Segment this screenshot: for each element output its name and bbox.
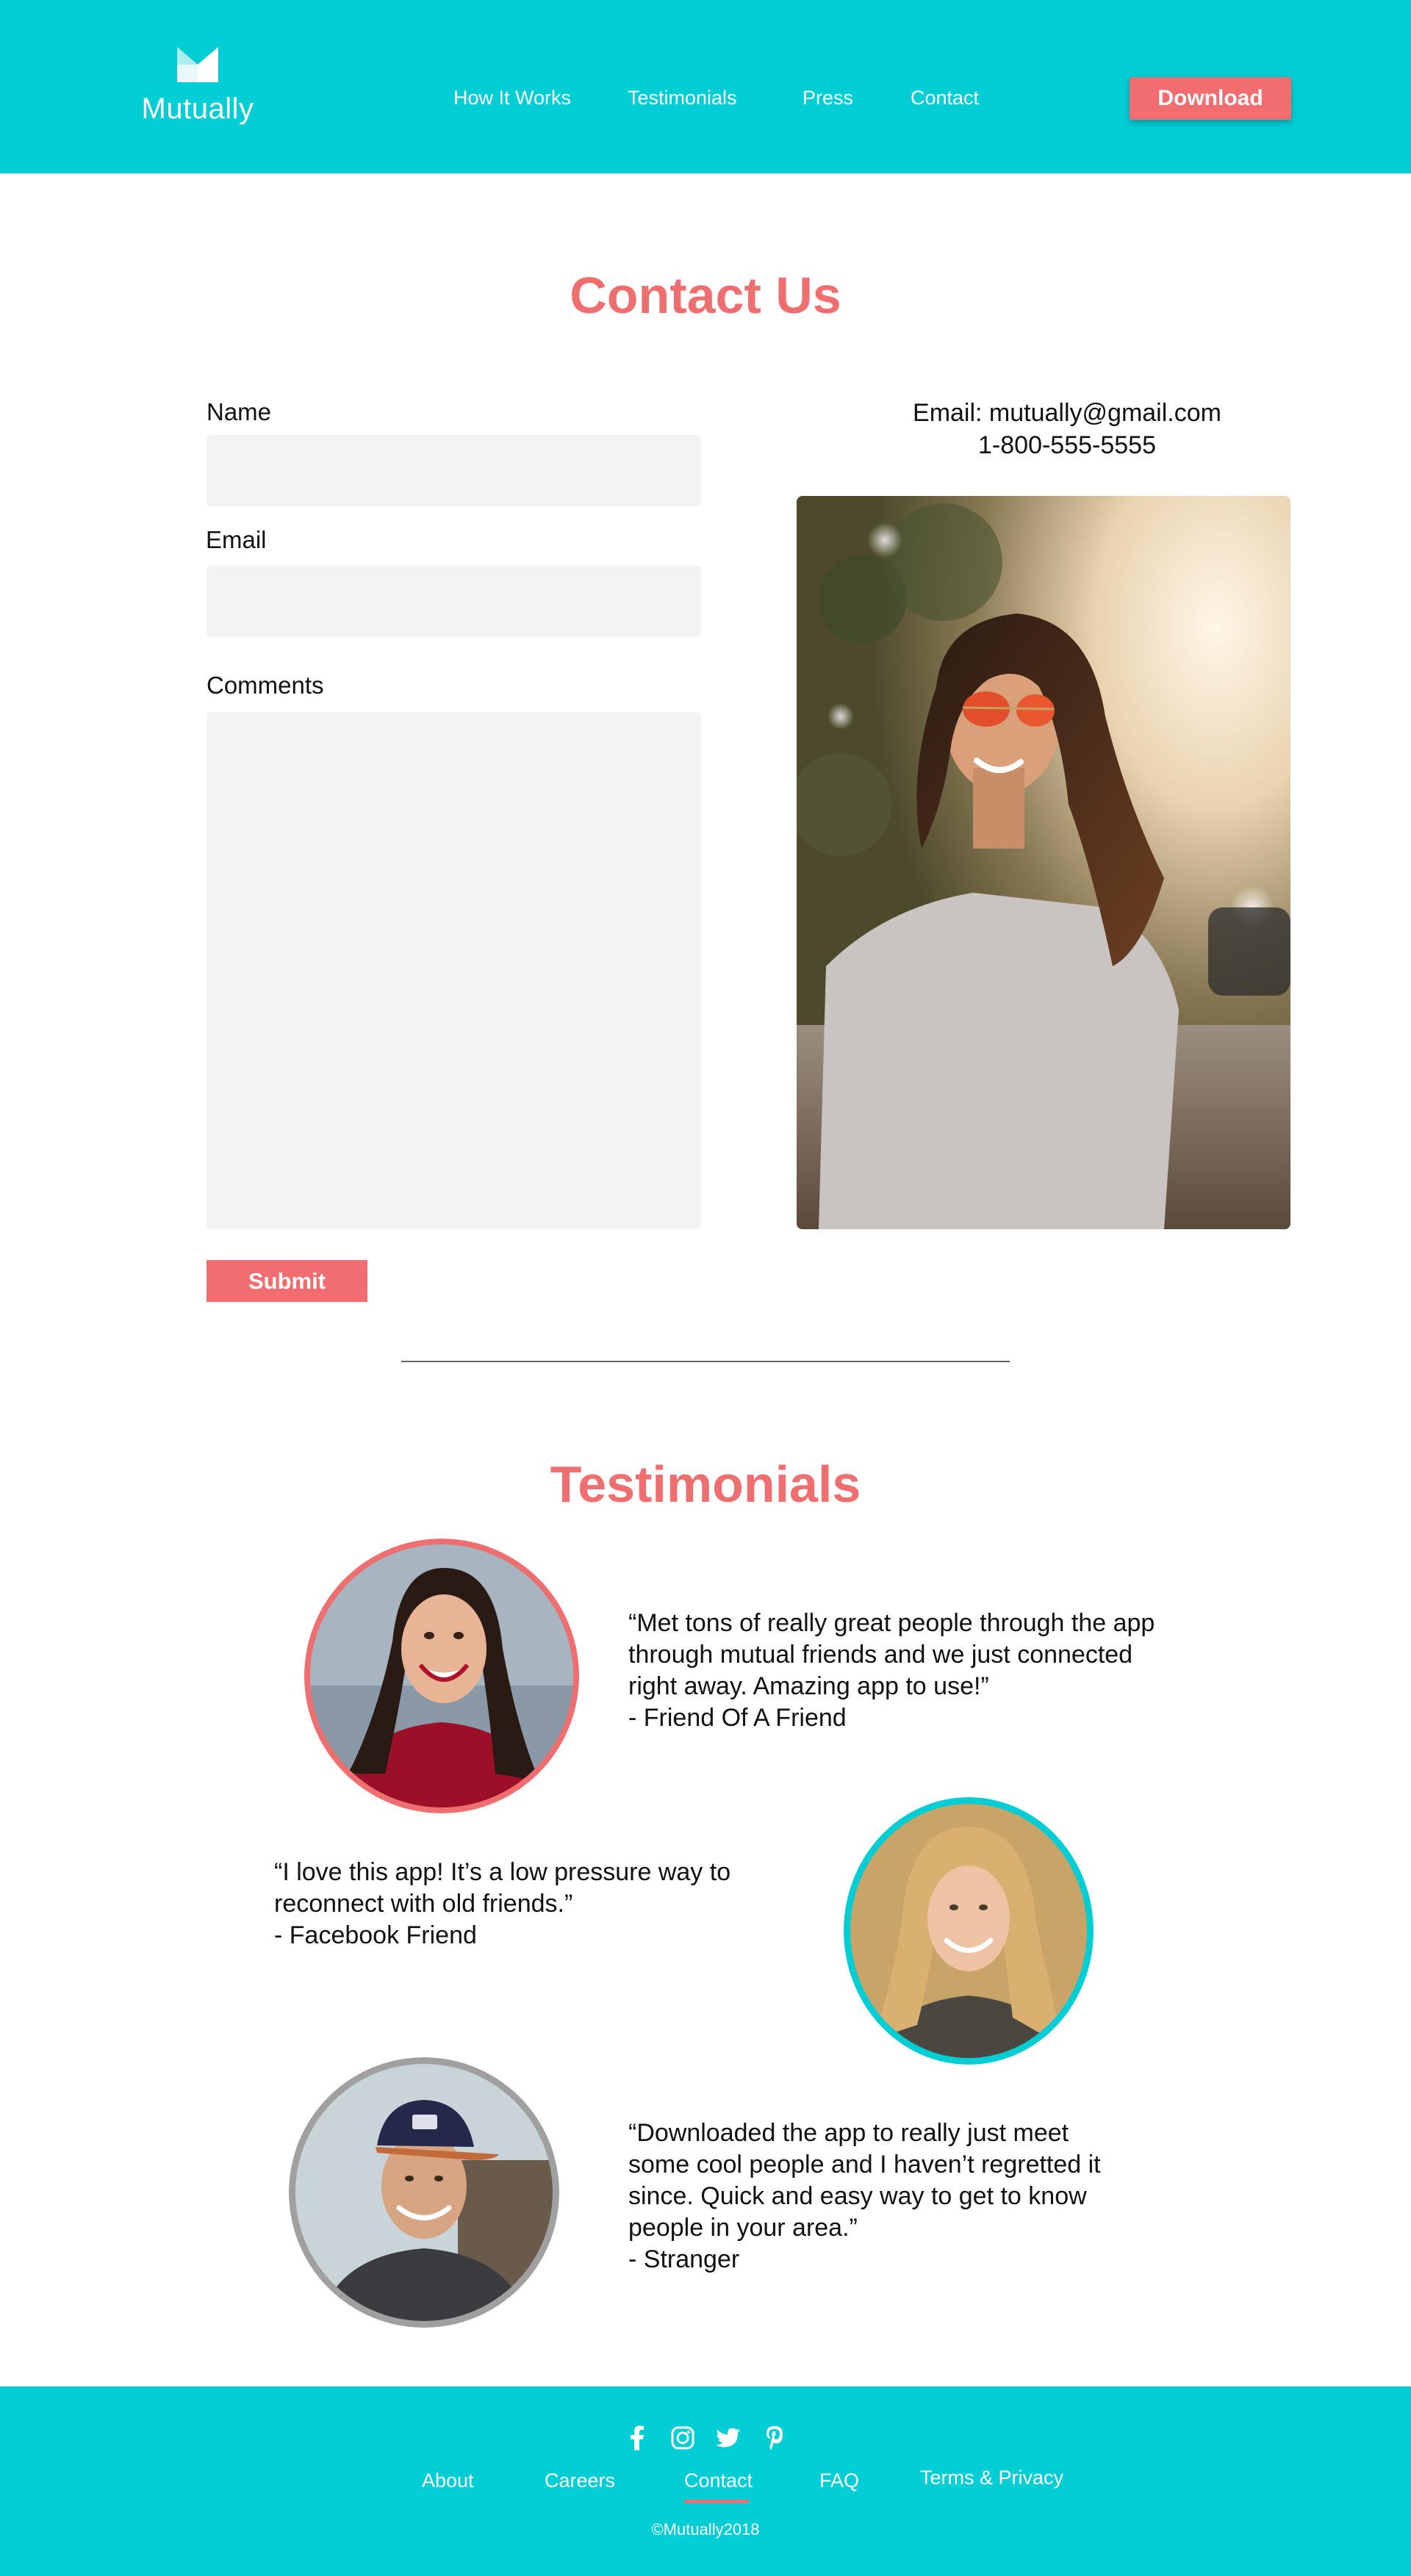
quote-author: - Friend Of A Friend: [628, 1704, 847, 1732]
contact-info: Email: mutually@gmail.com 1-800-555-5555: [797, 397, 1338, 461]
quote-line: people in your area.”: [628, 2214, 858, 2242]
email-input[interactable]: [207, 566, 701, 637]
active-link-indicator: [684, 2500, 749, 2503]
testimonial-quote-2: “I love this app! It’s a low pressure wa…: [274, 1857, 730, 1951]
pinterest-icon[interactable]: [761, 2425, 788, 2451]
quote-author: - Facebook Friend: [274, 1921, 477, 1949]
avatar-facebook-friend: [844, 1797, 1094, 2065]
copyright-text: ©Mutually2018: [651, 2520, 760, 2539]
brand-logo[interactable]: Mutually: [137, 46, 259, 126]
quote-line: through mutual friends and we just conne…: [628, 1641, 1133, 1669]
nav-testimonials[interactable]: Testimonials: [628, 87, 737, 109]
footer-link-contact[interactable]: Contact: [684, 2469, 753, 2492]
quote-line: “Met tons of really great people through…: [628, 1609, 1155, 1637]
footer-link-terms[interactable]: Terms & Privacy: [920, 2467, 1063, 2489]
woman-sunglasses-photo: [797, 496, 1290, 1229]
section-divider: [401, 1361, 1010, 1362]
logo-mark-icon: [177, 47, 218, 82]
email-label: Email: [206, 526, 267, 553]
comments-label: Comments: [207, 672, 324, 699]
quote-line: since. Quick and easy way to get to know: [628, 2182, 1087, 2210]
nav-press[interactable]: Press: [803, 87, 853, 109]
download-button[interactable]: Download: [1130, 77, 1291, 120]
contact-phone: 1-800-555-5555: [978, 431, 1156, 459]
comments-textarea[interactable]: [207, 712, 701, 1229]
twitter-icon[interactable]: [715, 2425, 742, 2451]
name-label: Name: [207, 398, 272, 425]
footer-link-about[interactable]: About: [422, 2469, 474, 2492]
quote-line: right away. Amazing app to use!”: [628, 1672, 989, 1700]
contact-title: Contact Us: [570, 267, 841, 324]
testimonial-quote-1: “Met tons of really great people through…: [628, 1608, 1155, 1734]
footer-link-careers[interactable]: Careers: [545, 2469, 615, 2492]
name-input[interactable]: [207, 435, 701, 507]
facebook-icon[interactable]: [624, 2425, 650, 2451]
testimonial-quote-3: “Downloaded the app to really just meet …: [628, 2118, 1101, 2275]
nav-how-it-works[interactable]: How It Works: [453, 87, 571, 109]
quote-line: some cool people and I haven’t regretted…: [628, 2151, 1101, 2179]
testimonials-title: Testimonials: [550, 1456, 861, 1513]
contact-email: Email: mutually@gmail.com: [913, 399, 1221, 427]
instagram-icon[interactable]: [669, 2425, 696, 2451]
photo-illustration: [797, 496, 1290, 1229]
quote-line: “I love this app! It’s a low pressure wa…: [274, 1858, 731, 1886]
quote-line: “Downloaded the app to really just meet: [628, 2119, 1069, 2147]
nav-contact[interactable]: Contact: [911, 87, 979, 109]
avatar-friend-of-a-friend: [304, 1539, 579, 1813]
footer-link-faq[interactable]: FAQ: [819, 2469, 859, 2492]
quote-line: reconnect with old friends.”: [274, 1890, 573, 1918]
submit-button[interactable]: Submit: [207, 1260, 367, 1302]
site-header: Mutually How It Works Testimonials Press…: [0, 0, 1411, 173]
avatar-stranger: [289, 2057, 559, 2328]
quote-author: - Stranger: [628, 2245, 740, 2273]
